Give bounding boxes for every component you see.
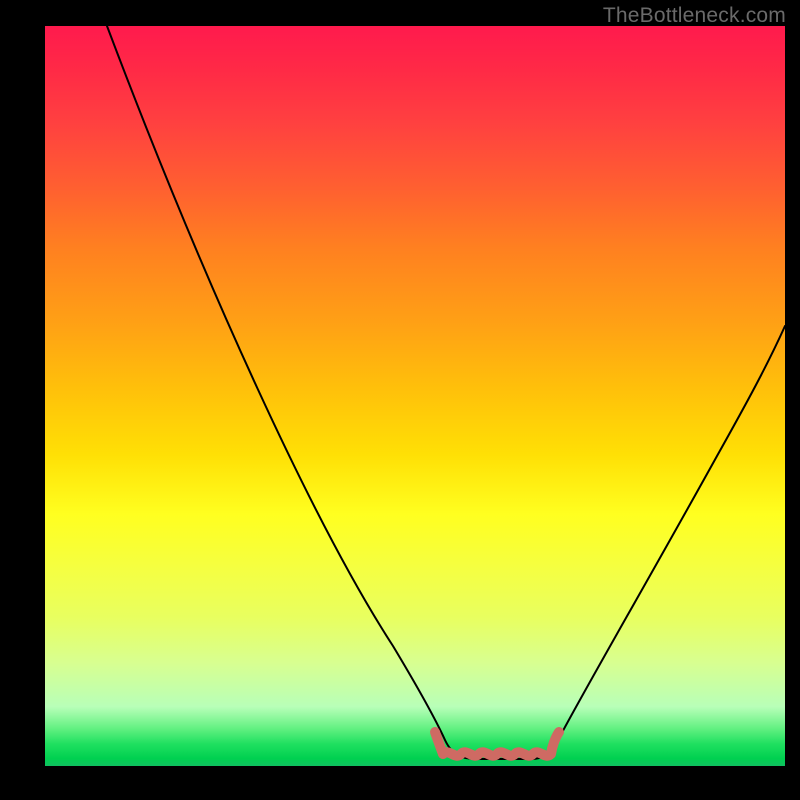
optimal-zone-markers [435, 732, 559, 756]
chart-svg [45, 26, 785, 766]
watermark-text: TheBottleneck.com [603, 4, 786, 28]
chart-frame: TheBottleneck.com [0, 0, 800, 800]
plot-area [45, 26, 785, 766]
bottleneck-curve [107, 26, 785, 759]
